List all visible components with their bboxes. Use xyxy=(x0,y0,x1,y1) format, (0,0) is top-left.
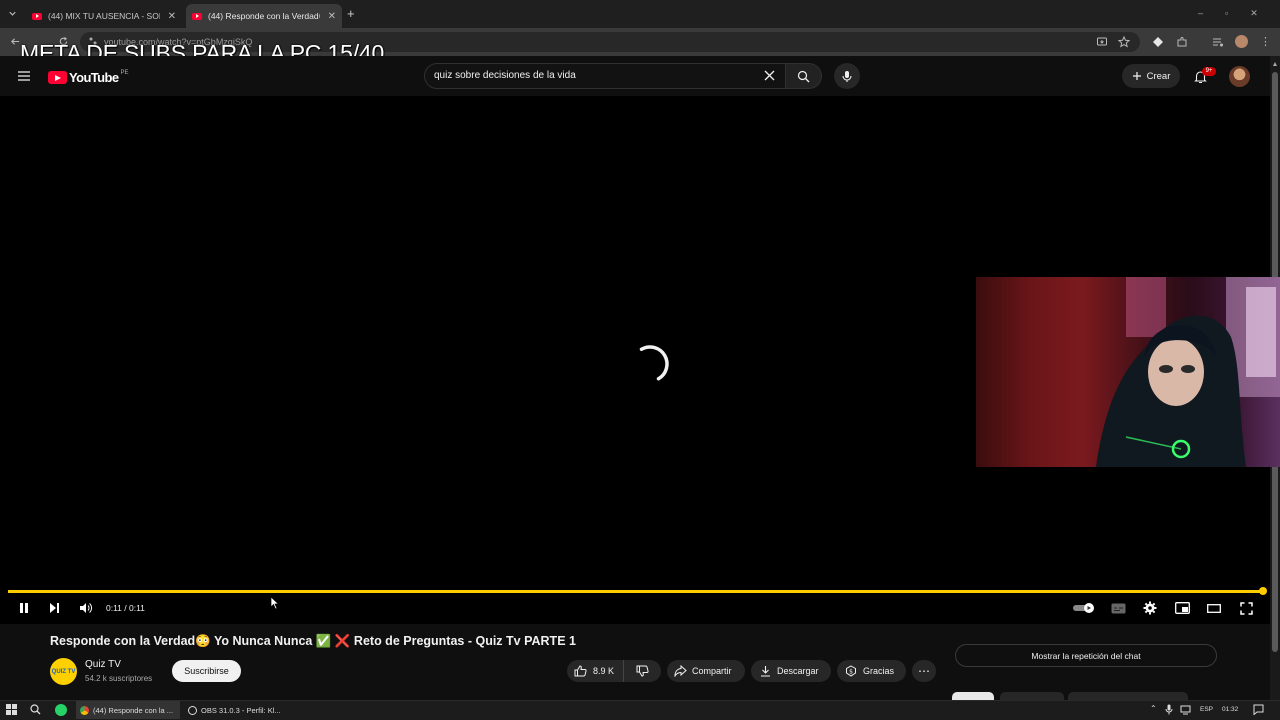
taskbar-search-icon[interactable] xyxy=(30,704,41,715)
voice-search-button[interactable] xyxy=(834,63,860,89)
taskbar-item-label: (44) Responde con la ... xyxy=(93,705,174,715)
webcam-overlay xyxy=(976,277,1280,467)
close-tab-icon[interactable]: ✕ xyxy=(168,11,176,22)
tab-search-chevron-icon[interactable] xyxy=(7,8,18,19)
search-icon xyxy=(797,70,810,82)
more-actions-button[interactable]: ⋯ xyxy=(912,660,936,682)
country-code: PE xyxy=(120,69,129,76)
media-controls-icon[interactable] xyxy=(1212,36,1224,48)
youtube-logo-icon xyxy=(48,71,67,84)
thanks-label: Gracias xyxy=(863,666,895,676)
plus-icon xyxy=(1132,72,1141,80)
autoplay-toggle[interactable] xyxy=(1072,602,1096,614)
like-count: 8.9 K xyxy=(593,666,615,676)
youtube-logo-text: YouTube xyxy=(69,70,119,85)
create-button-label: Crear xyxy=(1146,70,1171,82)
like-dislike-group: 8.9 K xyxy=(567,660,661,682)
chrome-icon xyxy=(80,705,89,715)
volume-icon xyxy=(80,603,92,613)
download-icon xyxy=(761,666,770,677)
search-input-value[interactable]: quiz sobre decisiones de la vida xyxy=(434,70,576,81)
search-button[interactable] xyxy=(786,63,822,89)
youtube-favicon-icon xyxy=(192,12,202,20)
notifications-badge: 9+ xyxy=(1202,67,1216,76)
autoplay-toggle-icon xyxy=(1073,603,1094,613)
clear-search-icon[interactable] xyxy=(763,69,776,82)
progress-scrubber[interactable] xyxy=(1259,587,1267,595)
microphone-icon xyxy=(842,70,852,82)
thanks-button[interactable]: $ Gracias xyxy=(837,660,906,682)
theater-mode-icon xyxy=(1207,603,1221,613)
subscribe-button[interactable]: Suscribirse xyxy=(172,660,241,682)
video-title: Responde con la Verdad😳 Yo Nunca Nunca ✅… xyxy=(50,634,576,648)
channel-avatar-text: QUIZ TV xyxy=(51,668,76,675)
tray-language[interactable]: ESP xyxy=(1200,706,1213,713)
bookmark-star-icon[interactable] xyxy=(1118,36,1130,48)
settings-button[interactable] xyxy=(1142,600,1158,616)
subtitles-icon xyxy=(1111,603,1125,613)
taskbar-item-label: OBS 31.0.3 - Perfil: Kl... xyxy=(201,705,281,715)
window-controls[interactable]: –▫✕ xyxy=(1198,8,1280,19)
video-progress-bar[interactable] xyxy=(8,590,1262,593)
miniplayer-button[interactable] xyxy=(1174,601,1190,615)
browser-tab-mix[interactable]: (44) MIX TU AUSENCIA - SON D ✕ xyxy=(26,4,182,28)
like-button[interactable]: 8.9 K xyxy=(567,660,624,682)
thumbs-up-icon xyxy=(574,665,587,677)
browser-tab-responde[interactable]: (44) Responde con la Verdad😳 ✕ xyxy=(186,4,342,28)
show-chat-replay-button[interactable]: Mostrar la repetición del chat xyxy=(955,644,1217,667)
whatsapp-icon[interactable] xyxy=(55,704,67,716)
notification-center-icon[interactable] xyxy=(1253,704,1264,715)
share-button[interactable]: Compartir xyxy=(667,660,745,682)
tray-mic-icon[interactable] xyxy=(1165,704,1173,715)
svg-text:$: $ xyxy=(849,669,853,676)
profile-avatar[interactable] xyxy=(1235,35,1248,48)
dislike-button[interactable] xyxy=(624,660,661,682)
tray-overflow-icon[interactable]: ⌃ xyxy=(1150,704,1157,713)
video-time: 0:11 / 0:11 xyxy=(106,603,145,613)
next-button[interactable] xyxy=(46,601,62,615)
windows-start-icon[interactable] xyxy=(6,704,17,715)
pause-icon xyxy=(20,603,28,613)
tab-title: (44) Responde con la Verdad😳 xyxy=(208,10,320,21)
theater-mode-button[interactable] xyxy=(1206,601,1222,615)
guide-menu-icon[interactable] xyxy=(17,70,31,82)
skip-next-icon xyxy=(50,603,59,613)
thumbs-down-icon xyxy=(636,665,649,677)
create-button[interactable]: Crear xyxy=(1122,64,1180,88)
account-avatar[interactable] xyxy=(1229,66,1250,87)
loading-spinner-icon xyxy=(628,342,672,386)
obs-icon xyxy=(188,705,197,715)
more-horizontal-icon: ⋯ xyxy=(918,664,930,678)
thanks-dollar-icon: $ xyxy=(846,665,856,677)
fullscreen-icon xyxy=(1239,601,1253,615)
download-button[interactable]: Descargar xyxy=(751,660,831,682)
install-app-icon[interactable] xyxy=(1096,36,1108,48)
taskbar-item-obs[interactable]: OBS 31.0.3 - Perfil: Kl... xyxy=(184,701,288,719)
taskbar-item-chrome[interactable]: (44) Responde con la ... xyxy=(76,701,180,719)
share-label: Compartir xyxy=(692,666,732,676)
gear-icon xyxy=(1143,601,1157,615)
subtitles-button[interactable] xyxy=(1110,601,1126,615)
new-tab-button[interactable]: + xyxy=(347,6,355,21)
miniplayer-icon xyxy=(1174,602,1190,614)
channel-name[interactable]: Quiz TV xyxy=(85,659,121,670)
tab-title: (44) MIX TU AUSENCIA - SON D xyxy=(48,11,160,21)
close-tab-icon[interactable]: ✕ xyxy=(328,11,336,22)
subscriber-count: 54.2 k suscriptores xyxy=(85,674,153,683)
channel-avatar[interactable]: QUIZ TV xyxy=(50,658,77,685)
fullscreen-button[interactable] xyxy=(1238,600,1254,616)
browser-menu-icon[interactable]: ⋮ xyxy=(1260,35,1271,48)
download-label: Descargar xyxy=(777,666,819,676)
mouse-cursor-icon xyxy=(270,596,280,610)
tray-network-icon[interactable] xyxy=(1180,704,1191,715)
tray-clock[interactable]: 01:32 xyxy=(1222,706,1238,713)
youtube-logo[interactable]: YouTube PE xyxy=(48,70,129,85)
extension-diamond-icon[interactable] xyxy=(1152,36,1164,48)
youtube-favicon-icon xyxy=(32,12,42,20)
volume-button[interactable] xyxy=(78,601,94,615)
extensions-puzzle-icon[interactable] xyxy=(1176,36,1188,48)
share-icon xyxy=(674,665,687,677)
pause-button[interactable] xyxy=(16,601,32,615)
